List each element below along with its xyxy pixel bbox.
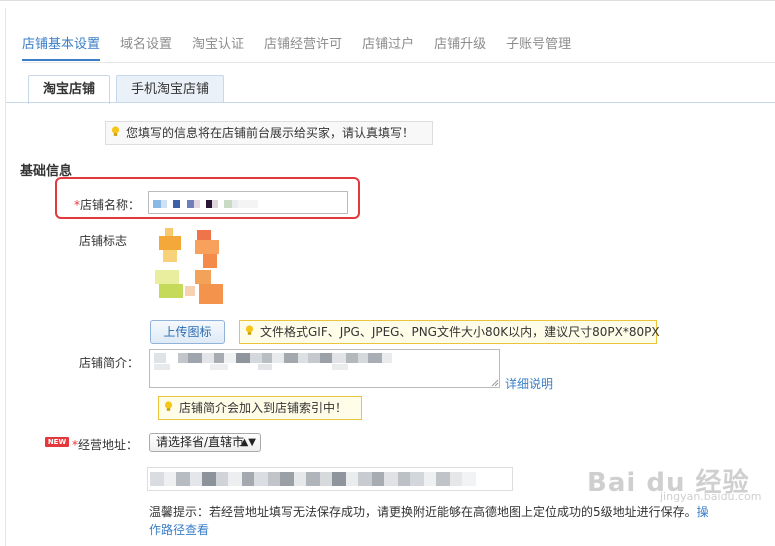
address-detail-input[interactable] xyxy=(147,467,513,491)
store-type-tabs: 淘宝店铺 手机淘宝店铺 xyxy=(28,75,230,104)
info-tip-text: 您填写的信息将在店铺前台展示给买家，请认真填写！ xyxy=(126,126,415,140)
address-hint: 温馨提示：若经营地址填写无法保存成功，请更换附近能够在高德地图上定位成功的5级地… xyxy=(149,503,719,539)
tab-taobao-certification[interactable]: 淘宝认证 xyxy=(192,27,244,59)
store-desc-label: 店铺简介： xyxy=(79,356,140,370)
store-logo-image xyxy=(155,228,223,304)
logo-format-tip: 文件格式GIF、JPG、JPEG、PNG文件大小80K以内，建议尺寸80PX*8… xyxy=(239,320,660,344)
tab-domain-settings[interactable]: 域名设置 xyxy=(120,27,172,59)
address-redacted-value xyxy=(150,472,476,486)
upload-logo-button[interactable]: 上传图标 xyxy=(150,320,225,344)
store-desc-redacted-value xyxy=(154,353,392,363)
textarea-resize-grip-icon[interactable] xyxy=(491,379,499,387)
page-left-border xyxy=(5,8,6,546)
tab-sub-account-management[interactable]: 子账号管理 xyxy=(506,27,571,59)
desc-index-tip-text: 店铺简介会加入到店铺索引中！ xyxy=(179,401,348,415)
store-name-redacted-value xyxy=(153,200,258,208)
province-select-value: 请选择省/直辖市 xyxy=(156,435,245,449)
store-name-input[interactable] xyxy=(148,191,348,214)
topnav-divider xyxy=(22,62,775,63)
detail-link[interactable]: 详细说明 xyxy=(505,375,553,392)
logo-format-tip-text: 文件格式GIF、JPG、JPEG、PNG文件大小80K以内，建议尺寸80PX*8… xyxy=(260,325,660,339)
page-top-border xyxy=(0,0,775,9)
tab-store-basic-settings[interactable]: 店铺基本设置 xyxy=(22,27,101,61)
baidu-watermark-url: jingyan.baidu.com xyxy=(660,490,762,503)
store-desc-redacted-value-line2 xyxy=(154,364,348,370)
tab-taobao-store[interactable]: 淘宝店铺 xyxy=(28,75,111,104)
store-name-label-text: 店铺名称： xyxy=(80,198,141,212)
tab-store-upgrade[interactable]: 店铺升级 xyxy=(434,27,486,59)
lightbulb-icon xyxy=(164,401,173,411)
new-badge: NEW xyxy=(45,437,69,447)
store-tabs-divider xyxy=(6,102,775,103)
address-label-text: 经营地址： xyxy=(78,438,139,452)
lightbulb-icon xyxy=(245,325,254,335)
store-logo-label: 店铺标志 xyxy=(79,234,128,248)
address-hint-text: 温馨提示：若经营地址填写无法保存成功，请更换附近能够在高德地图上定位成功的5级地… xyxy=(149,505,697,519)
store-desc-textarea[interactable] xyxy=(149,349,500,388)
tab-business-license[interactable]: 店铺经营许可 xyxy=(264,27,342,59)
settings-top-nav: 店铺基本设置 域名设置 淘宝认证 店铺经营许可 店铺过户 店铺升级 子账号管理 xyxy=(22,27,591,61)
province-select[interactable]: 请选择省/直辖市 ▲▼ xyxy=(149,433,261,452)
desc-index-tip: 店铺简介会加入到店铺索引中！ xyxy=(158,396,362,420)
tab-store-transfer[interactable]: 店铺过户 xyxy=(362,27,414,59)
info-tip: 您填写的信息将在店铺前台展示给买家，请认真填写！ xyxy=(105,121,433,145)
lightbulb-icon xyxy=(111,126,120,136)
tab-mobile-taobao-store[interactable]: 手机淘宝店铺 xyxy=(116,75,225,103)
store-name-label: *店铺名称： xyxy=(74,196,140,213)
select-arrows-icon: ▲▼ xyxy=(240,437,256,448)
address-label: *经营地址： xyxy=(72,436,138,453)
